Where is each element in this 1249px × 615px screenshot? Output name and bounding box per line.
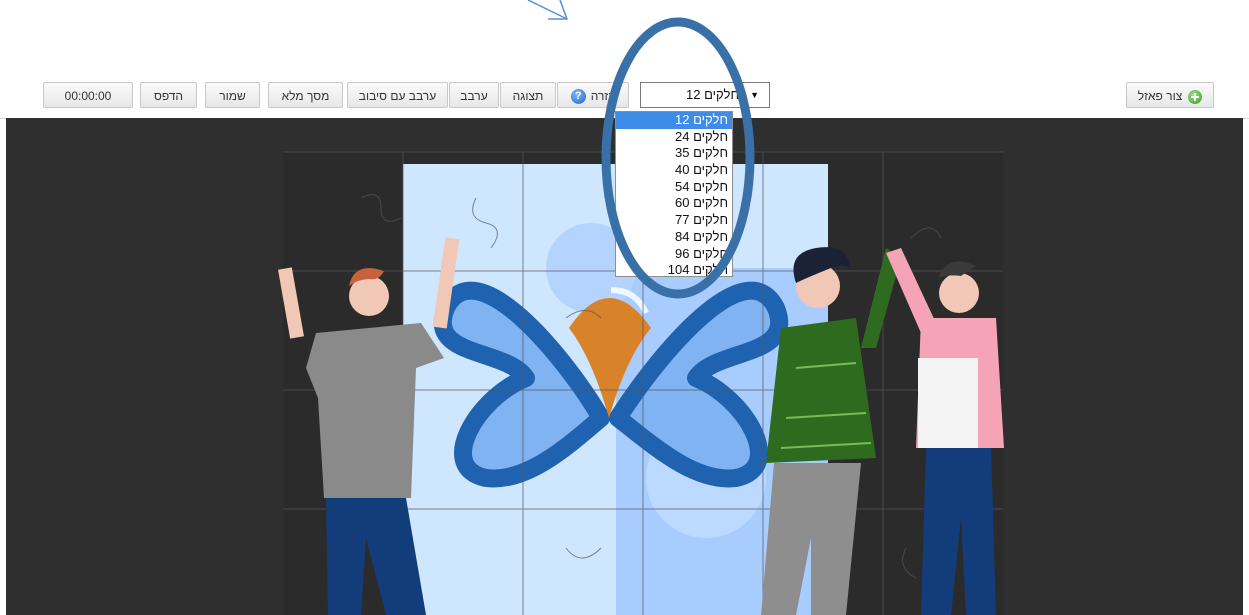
pieces-option[interactable]: 84 חלקים: [616, 229, 732, 246]
caret-down-icon: ▼: [750, 90, 759, 100]
annotation-arrow: [527, 0, 569, 20]
plus-icon: [1188, 89, 1203, 104]
pieces-dropdown-list: 12 חלקים 24 חלקים 35 חלקים 40 חלקים 54 ח…: [615, 111, 733, 277]
pieces-option[interactable]: 77 חלקים: [616, 212, 732, 229]
fullscreen-label: מסך מלא: [281, 89, 330, 103]
shuffle-label: ערבב: [460, 89, 488, 103]
pieces-option[interactable]: 60 חלקים: [616, 195, 732, 212]
pieces-option[interactable]: 12 חלקים: [616, 112, 732, 129]
timer-value: 00:00:00: [64, 89, 112, 103]
pieces-select-value: 12 חלקים: [686, 87, 739, 102]
preview-button[interactable]: תצוגה: [500, 82, 556, 108]
pieces-option[interactable]: 24 חלקים: [616, 129, 732, 146]
preview-label: תצוגה: [512, 89, 544, 103]
pieces-option[interactable]: 54 חלקים: [616, 179, 732, 196]
pieces-select[interactable]: ▼ 12 חלקים: [640, 82, 770, 108]
pieces-option[interactable]: 40 חלקים: [616, 162, 732, 179]
help-icon: ?: [570, 89, 586, 105]
shuffle-rotate-label: ערבב עם סיבוב: [358, 89, 437, 103]
print-button[interactable]: הדפס: [140, 82, 197, 108]
timer-display: 00:00:00: [43, 82, 133, 108]
print-label: הדפס: [153, 89, 184, 103]
create-puzzle-button[interactable]: צור פאזל: [1126, 82, 1214, 108]
create-puzzle-label: צור פאזל: [1137, 89, 1183, 103]
shuffle-button[interactable]: ערבב: [449, 82, 499, 108]
help-button[interactable]: ? עזרה: [557, 82, 629, 108]
pieces-option[interactable]: 96 חלקים: [616, 246, 732, 263]
pieces-option[interactable]: 35 חלקים: [616, 145, 732, 162]
shuffle-rotate-button[interactable]: ערבב עם סיבוב: [347, 82, 448, 108]
help-label: עזרה: [590, 89, 616, 103]
save-label: שמור: [219, 89, 246, 103]
pieces-option[interactable]: 104 חלקים: [616, 262, 732, 276]
fullscreen-button[interactable]: מסך מלא: [268, 82, 343, 108]
save-button[interactable]: שמור: [205, 82, 260, 108]
